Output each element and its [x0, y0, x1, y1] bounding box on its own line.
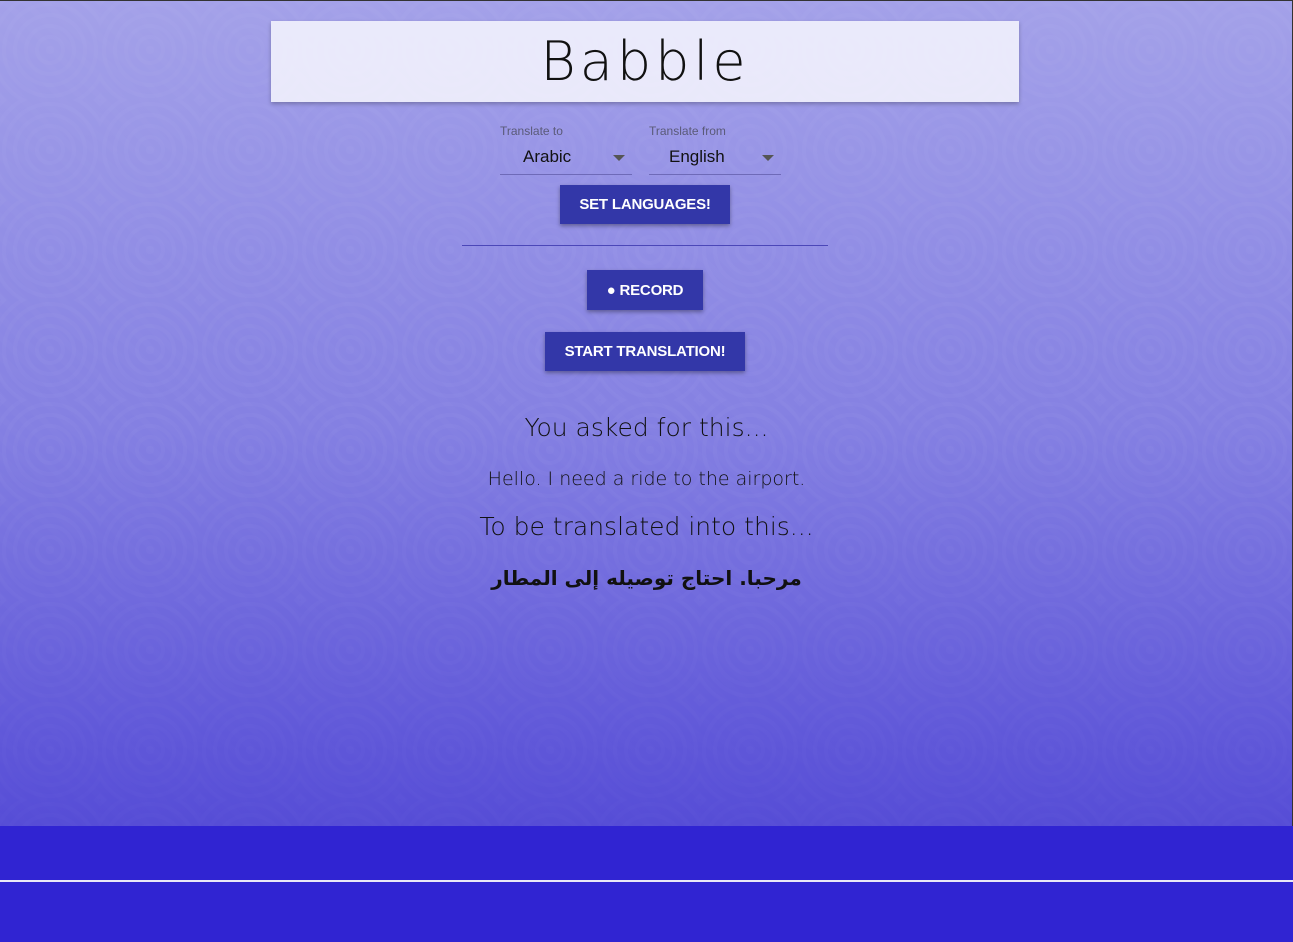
- asked-text: Hello. I need a ride to the airport.: [487, 468, 806, 490]
- chevron-down-icon[interactable]: [762, 155, 774, 161]
- window-top-border: [0, 0, 1293, 1]
- divider: [462, 245, 828, 246]
- translated-text: مرحبا. احتاج توصيله إلى المطار: [491, 566, 802, 590]
- select-underline: [649, 174, 781, 175]
- app-logo: Babble: [540, 30, 750, 93]
- select-underline: [500, 174, 632, 175]
- set-languages-button[interactable]: SET LANGUAGES!: [560, 185, 730, 224]
- translate-from-value: English: [669, 147, 725, 166]
- translate-to-label: Translate to: [500, 124, 563, 138]
- footer-divider: [0, 880, 1293, 882]
- footer-bar: [0, 826, 1293, 942]
- translate-to-select[interactable]: Translate to Arabic: [500, 122, 632, 175]
- translate-from-select[interactable]: Translate from English: [649, 122, 781, 175]
- header-card: Babble: [271, 21, 1019, 102]
- asked-heading: You asked for this...: [524, 413, 769, 442]
- chevron-down-icon[interactable]: [613, 155, 625, 161]
- translate-from-label: Translate from: [649, 124, 726, 138]
- translate-to-value: Arabic: [523, 147, 572, 166]
- start-translation-button[interactable]: START TRANSLATION!: [545, 332, 745, 371]
- translated-heading: To be translated into this...: [479, 512, 814, 541]
- record-button[interactable]: ● RECORD: [587, 270, 703, 310]
